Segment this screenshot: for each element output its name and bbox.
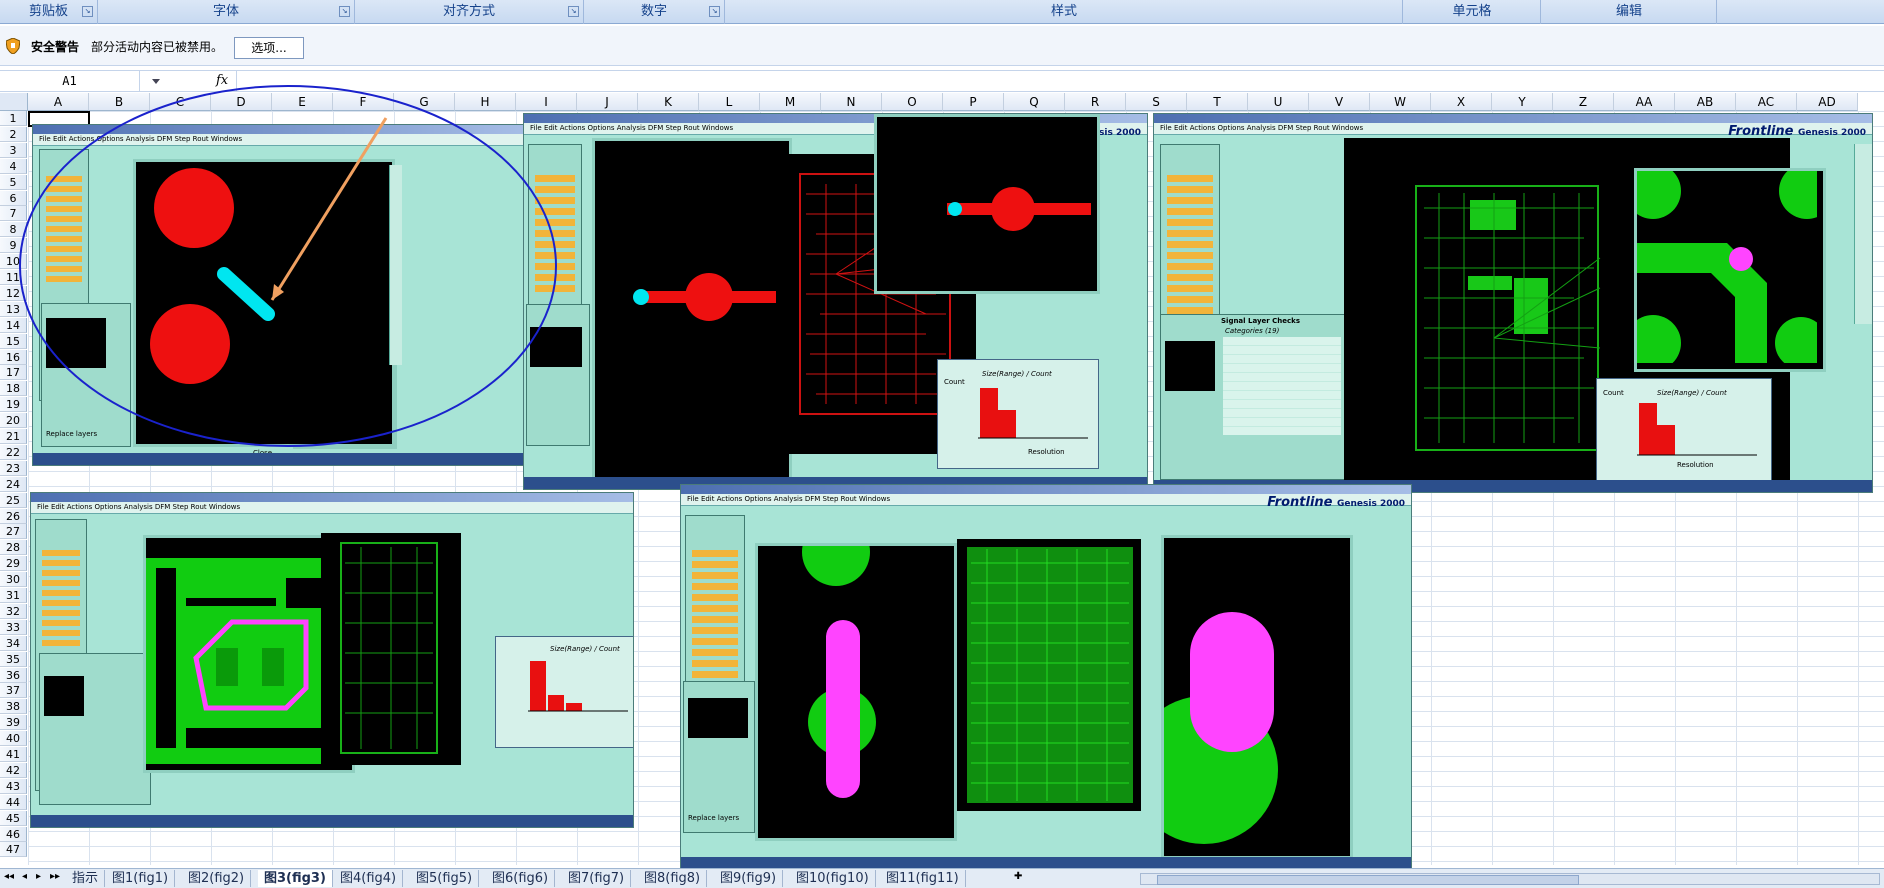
- sheet-tab[interactable]: 图6(fig6): [486, 870, 556, 887]
- sheet-tab[interactable]: 图5(fig5): [410, 870, 480, 887]
- sheet-tab[interactable]: 图11(fig11): [880, 870, 966, 887]
- insert-sheet-icon[interactable]: ✚: [1014, 871, 1022, 882]
- annotation-arrow: [270, 117, 388, 301]
- tab-scroll-last-icon[interactable]: ▸▸: [50, 871, 60, 882]
- sheet-tab[interactable]: 图10(fig10): [790, 870, 876, 887]
- sheet-tab-bar: ◂◂ ◂ ▸ ▸▸ 指示 图1(fig1) 图2(fig2) 图3(fig3) 图4(f…: [0, 868, 1884, 888]
- horizontal-scrollbar-thumb[interactable]: [1157, 875, 1579, 885]
- horizontal-scrollbar[interactable]: [1140, 873, 1880, 885]
- tab-scroll-first-icon[interactable]: ◂◂: [4, 871, 14, 882]
- sheet-tab[interactable]: 图8(fig8): [638, 870, 708, 887]
- sheet-tab[interactable]: 图7(fig7): [562, 870, 632, 887]
- annotation-ellipse: [19, 85, 557, 447]
- sheet-tab[interactable]: 图2(fig2): [182, 870, 252, 887]
- tab-scroll-prev-icon[interactable]: ◂: [22, 871, 27, 882]
- sheet-tab[interactable]: 图9(fig9): [714, 870, 784, 887]
- sheet-tab[interactable]: 图3(fig3): [258, 870, 333, 887]
- annotation-overlay: [19, 85, 557, 447]
- tab-scroll-next-icon[interactable]: ▸: [36, 871, 41, 882]
- sheet-tab[interactable]: 指示: [66, 870, 106, 887]
- sheet-tab[interactable]: 图4(fig4): [334, 870, 404, 887]
- sheet-tab[interactable]: 图1(fig1): [106, 870, 176, 887]
